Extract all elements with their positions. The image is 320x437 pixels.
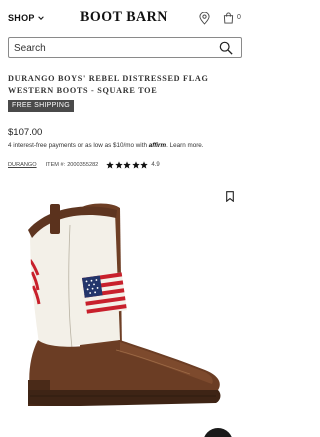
- star-icon: [106, 161, 114, 169]
- star-icon: [123, 161, 131, 169]
- chevron-down-icon: [37, 16, 44, 20]
- financing-info: 4 interest-free payments or as low as $1…: [8, 142, 204, 149]
- product-image-boot[interactable]: [20, 200, 230, 422]
- item-number-label: ITEM #:: [45, 162, 66, 168]
- cart-count: 0: [237, 14, 241, 21]
- free-shipping-badge: FREE SHIPPING: [8, 100, 74, 112]
- star-icon: [132, 161, 140, 169]
- shop-label: SHOP: [8, 13, 35, 23]
- search-input[interactable]: [14, 41, 209, 55]
- top-bar: SHOP BOOT BARN 0: [0, 0, 250, 34]
- product-title: DURANGO BOYS' REBEL DISTRESSED FLAG WEST…: [8, 74, 209, 95]
- rating-stars[interactable]: [106, 161, 148, 169]
- financing-text: 4 interest-free payments or as low as $1…: [8, 142, 147, 149]
- search-bar: [8, 37, 242, 58]
- product-price: $107.00: [8, 127, 43, 138]
- star-icon: [140, 161, 148, 169]
- boot-barn-logo[interactable]: BOOT BARN: [80, 10, 168, 27]
- star-icon: [115, 161, 123, 169]
- shop-menu-button[interactable]: SHOP: [8, 13, 44, 23]
- product-meta: DURANGO ITEM #: 2000355282 4.9: [8, 160, 160, 170]
- learn-more-link[interactable]: Learn more.: [170, 142, 204, 149]
- affirm-logo: affirm: [148, 142, 167, 149]
- location-pin-icon[interactable]: [199, 12, 210, 25]
- search-icon[interactable]: [219, 41, 233, 55]
- chat-button[interactable]: [203, 428, 233, 437]
- brand-link[interactable]: DURANGO: [8, 162, 37, 168]
- item-number: 2000355282: [67, 162, 99, 168]
- rating-value: 4.9: [151, 162, 160, 168]
- shopping-bag-icon[interactable]: [223, 12, 234, 24]
